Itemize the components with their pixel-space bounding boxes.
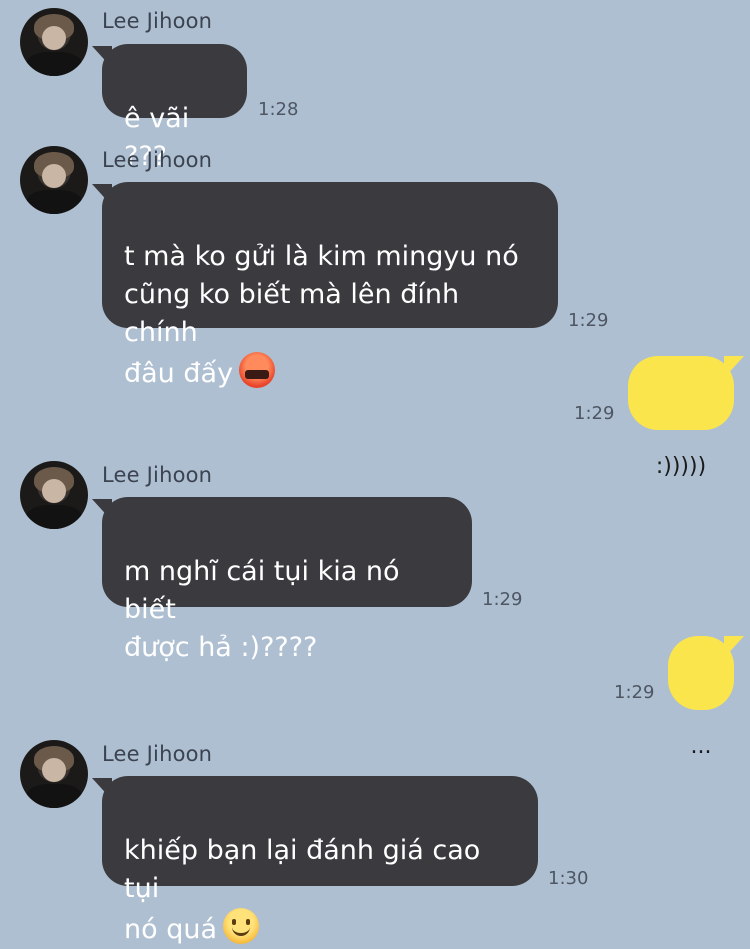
sender-name: Lee Jihoon [102, 148, 213, 172]
message-bubble-outgoing[interactable]: :))))) [628, 356, 744, 479]
message-text: t mà ko gửi là kim mingyu nó cũng ko biế… [124, 241, 519, 389]
message-bubble-outgoing[interactable]: ... [668, 636, 744, 759]
sender-name: Lee Jihoon [102, 742, 213, 766]
message-text: ... [690, 734, 712, 759]
message-time: 1:29 [568, 310, 609, 331]
message-bubble-incoming[interactable]: ê vãi ??? [92, 44, 247, 172]
contact-avatar[interactable] [20, 8, 88, 76]
sender-name: Lee Jihoon [102, 9, 213, 33]
message-text: :))))) [655, 454, 707, 479]
contact-avatar[interactable] [20, 146, 88, 214]
message-bubble-incoming[interactable]: t mà ko gửi là kim mingyu nó cũng ko biế… [92, 182, 558, 389]
message-time: 1:29 [482, 589, 523, 610]
angry-cursing-icon [239, 352, 276, 388]
contact-avatar[interactable] [20, 740, 88, 808]
message-time: 1:28 [258, 99, 299, 120]
message-bubble-incoming[interactable]: m nghĩ cái tụi kia nó biết được hả :)???… [92, 497, 472, 663]
message-time: 1:30 [548, 868, 589, 889]
slightly-smiling-icon [223, 908, 260, 944]
message-text: khiếp bạn lại đánh giá cao tụi nó quá [124, 835, 481, 945]
sender-name: Lee Jihoon [102, 463, 213, 487]
contact-avatar[interactable] [20, 461, 88, 529]
message-text: m nghĩ cái tụi kia nó biết được hả :)???… [124, 556, 400, 663]
message-time: 1:29 [574, 403, 615, 424]
message-time: 1:29 [614, 682, 655, 703]
message-bubble-incoming[interactable]: khiếp bạn lại đánh giá cao tụi nó quá [92, 776, 538, 945]
